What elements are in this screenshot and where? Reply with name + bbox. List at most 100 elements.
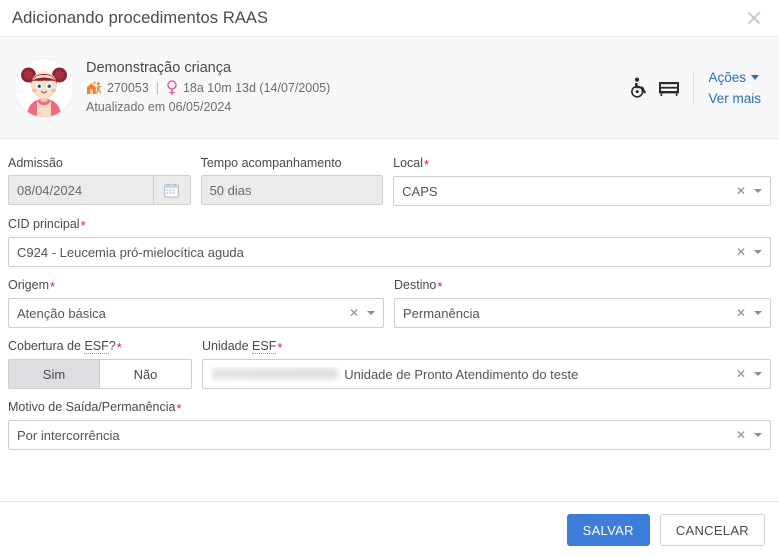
avatar-illustration <box>15 58 73 117</box>
required-marker: * <box>49 279 56 294</box>
dialog-title: Adicionando procedimentos RAAS <box>12 8 269 27</box>
ver-mais-link[interactable]: Ver mais <box>708 90 761 107</box>
patient-name: Demonstração criança <box>86 60 232 76</box>
female-gender-icon <box>167 80 177 95</box>
label-local: Local* <box>393 156 771 172</box>
chevron-down-icon[interactable] <box>754 372 762 376</box>
cobertura-option-sim[interactable]: Sim <box>8 359 100 389</box>
required-marker: * <box>116 340 122 355</box>
origem-select[interactable]: Atenção básica ✕ <box>8 298 384 328</box>
label-admissao: Admissão <box>8 156 63 170</box>
form-row-4: Cobertura de ESF?* Sim Não Unidade ESF* … <box>8 339 771 389</box>
label-destino-text: Destino <box>394 278 437 292</box>
calendar-icon <box>164 183 179 198</box>
tempo-input: 50 dias <box>200 175 384 205</box>
patient-updated: Atualizado em 06/05/2024 <box>86 100 232 114</box>
unidade-select[interactable]: XXXX Agostinho Filho Unidade de Pronto At… <box>202 359 771 389</box>
raas-form: Admissão 08/04/2024 Tempo acompanhamento… <box>0 139 779 501</box>
form-row-3: Origem* Atenção básica ✕ Destino* Perman… <box>8 278 771 328</box>
field-destino: Destino* Permanência ✕ <box>394 278 771 328</box>
clear-x-icon[interactable]: ✕ <box>349 307 359 319</box>
close-icon[interactable] <box>743 7 765 29</box>
field-tempo-acompanhamento: Tempo acompanhamento 50 dias <box>200 156 384 206</box>
acoes-label: Ações <box>708 69 746 85</box>
unidade-value: Unidade de Pronto Atendimento do teste <box>344 366 579 382</box>
label-cobertura-suffix: ? <box>108 339 116 353</box>
unidade-value-wrap: XXXX Agostinho Filho Unidade de Pronto At… <box>211 367 730 382</box>
local-select[interactable]: CAPS ✕ <box>393 176 771 206</box>
field-origem: Origem* Atenção básica ✕ <box>8 278 384 328</box>
required-marker: * <box>424 157 430 172</box>
cid-select-icons: ✕ <box>730 246 762 258</box>
field-cobertura-esf: Cobertura de ESF?* Sim Não <box>8 339 192 389</box>
chevron-down-icon[interactable] <box>754 189 762 193</box>
redacted-text: XXXX Agostinho Filho <box>211 367 339 379</box>
clear-x-icon[interactable]: ✕ <box>736 185 746 197</box>
motivo-select-icons: ✕ <box>730 429 762 441</box>
chevron-down-icon[interactable] <box>754 250 762 254</box>
label-unidade: Unidade ESF* <box>202 339 771 355</box>
clear-x-icon[interactable]: ✕ <box>736 307 746 319</box>
admissao-input-group: 08/04/2024 <box>8 175 191 205</box>
destino-select[interactable]: Permanência ✕ <box>394 298 771 328</box>
local-value: CAPS <box>402 183 438 199</box>
calendar-picker-button[interactable] <box>152 175 191 205</box>
origem-select-icons: ✕ <box>343 307 375 319</box>
required-marker: * <box>277 340 283 355</box>
chevron-down-icon[interactable] <box>754 311 762 315</box>
field-local: Local* CAPS ✕ <box>393 156 771 206</box>
cobertura-option-nao[interactable]: Não <box>100 359 192 389</box>
actions-divider <box>693 70 695 105</box>
cid-select[interactable]: C924 - Leucemia pró-mielocítica aguda ✕ <box>8 237 771 267</box>
admissao-date-input[interactable]: 08/04/2024 <box>8 175 153 205</box>
required-marker: * <box>176 401 182 416</box>
label-cid: CID principal* <box>8 217 771 233</box>
label-local-text: Local <box>393 156 424 170</box>
avatar <box>14 57 74 118</box>
label-unidade-prefix: Unidade <box>202 339 253 353</box>
unidade-select-icons: ✕ <box>730 368 762 380</box>
clear-x-icon[interactable]: ✕ <box>736 246 746 258</box>
form-row-2: CID principal* C924 - Leucemia pró-mielo… <box>8 217 771 267</box>
dialog-footer: SALVAR CANCELAR <box>0 501 779 558</box>
esf-abbr: ESF <box>84 339 109 354</box>
label-cobertura-prefix: Cobertura de <box>8 339 85 353</box>
bed-icon[interactable] <box>658 78 680 97</box>
dialog-titlebar: Adicionando procedimentos RAAS <box>0 0 779 37</box>
patient-record-number: 270053 <box>107 81 149 95</box>
save-button[interactable]: SALVAR <box>566 514 650 546</box>
cancel-button[interactable]: CANCELAR <box>659 514 765 546</box>
field-motivo: Motivo de Saída/Permanência* Por interco… <box>8 400 771 450</box>
patient-actions: Ações Ver mais <box>629 69 761 107</box>
patient-meta: 270053 | 18a 10m 13d (14/07/2005) <box>86 80 629 96</box>
field-unidade-esf: Unidade ESF* XXXX Agostinho Filho Unidade… <box>202 339 771 389</box>
required-marker: * <box>80 218 86 233</box>
field-cid-principal: CID principal* C924 - Leucemia pró-mielo… <box>8 217 771 267</box>
patient-status-icons <box>629 77 693 98</box>
label-origem-text: Origem <box>8 278 49 292</box>
required-marker: * <box>437 279 443 294</box>
meta-separator: | <box>155 81 159 95</box>
label-motivo: Motivo de Saída/Permanência* <box>8 400 771 416</box>
motivo-select[interactable]: Por intercorrência ✕ <box>8 420 771 450</box>
patient-header-card: Demonstração criança 270053 | 18a 10m 13… <box>0 37 779 139</box>
label-motivo-text: Motivo de Saída/Permanência <box>8 400 176 414</box>
label-cobertura: Cobertura de ESF?* <box>8 339 192 355</box>
origem-value: Atenção básica <box>17 305 106 321</box>
wheelchair-icon[interactable] <box>629 77 649 98</box>
chevron-down-icon[interactable] <box>754 433 762 437</box>
chevron-down-icon <box>751 75 759 80</box>
label-cid-text: CID principal <box>8 217 80 231</box>
form-row-5: Motivo de Saída/Permanência* Por interco… <box>8 400 771 450</box>
clear-x-icon[interactable]: ✕ <box>736 368 746 380</box>
clear-x-icon[interactable]: ✕ <box>736 429 746 441</box>
patient-age: 18a 10m 13d (14/07/2005) <box>182 81 331 95</box>
home-care-icon <box>87 81 102 94</box>
motivo-value: Por intercorrência <box>17 427 120 443</box>
patient-links: Ações Ver mais <box>708 69 761 107</box>
field-admissao: Admissão 08/04/2024 <box>8 156 191 206</box>
acoes-dropdown[interactable]: Ações <box>708 69 761 86</box>
destino-value: Permanência <box>403 305 480 321</box>
label-destino: Destino* <box>394 278 771 294</box>
chevron-down-icon[interactable] <box>367 311 375 315</box>
